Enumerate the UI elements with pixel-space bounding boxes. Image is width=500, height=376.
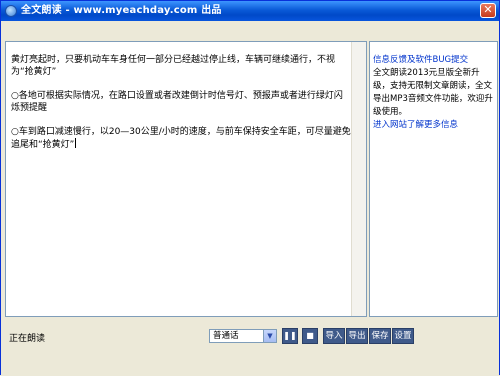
app-icon xyxy=(5,5,17,17)
stop-icon: ■ xyxy=(306,331,314,340)
chevron-down-icon[interactable]: ▼ xyxy=(263,330,276,342)
status-text: 正在朗读 xyxy=(9,334,46,344)
pause-button[interactable]: ❚❚ xyxy=(282,328,298,344)
text-caret xyxy=(75,138,77,148)
title-bar[interactable]: 全文朗读 - www.myeachday.com 出品 ✕ xyxy=(1,1,499,21)
status-bar: 正在朗读 普通话 ▼ ❚❚ ■ 导入 导出 保存 设置 xyxy=(1,323,499,349)
voice-select-value: 普通话 xyxy=(213,331,239,341)
close-icon: ✕ xyxy=(483,3,493,16)
close-button[interactable]: ✕ xyxy=(480,3,496,18)
settings-button[interactable]: 设置 xyxy=(392,328,414,344)
text-editor[interactable]: 黄灯亮起时，只要机动车车身任何一部分已经越过停止线，车辆可继续通行，不视为“抢黄… xyxy=(5,41,367,317)
editor-paragraph: 黄灯亮起时，只要机动车车身任何一部分已经越过停止线，车辆可继续通行，不视为“抢黄… xyxy=(11,55,336,77)
save-button[interactable]: 保存 xyxy=(369,328,391,344)
main-window: 全文朗读 - www.myeachday.com 出品 ✕ 黄灯亮起时，只要机动… xyxy=(0,0,500,376)
info-panel: 信息反馈及软件BUG提交 全文朗读2013元旦版全新升级，支持无限制文章朗读，全… xyxy=(369,41,498,317)
export-button[interactable]: 导出 xyxy=(346,328,368,344)
pause-icon: ❚❚ xyxy=(283,331,297,340)
website-link[interactable]: 进入网站了解更多信息 xyxy=(373,119,493,132)
feedback-link[interactable]: 信息反馈及软件BUG提交 xyxy=(373,54,493,67)
editor-content[interactable]: 黄灯亮起时，只要机动车车身任何一部分已经越过停止线，车辆可继续通行，不视为“抢黄… xyxy=(11,54,351,163)
editor-scrollbar[interactable] xyxy=(351,42,366,316)
import-button[interactable]: 导入 xyxy=(323,328,345,344)
window-bottom xyxy=(1,349,499,376)
window-title: 全文朗读 - www.myeachday.com 出品 xyxy=(21,5,222,16)
voice-select[interactable]: 普通话 ▼ xyxy=(209,329,277,343)
editor-paragraph: ○车到路口减速慢行，以20—30公里/小时的速度，与前车保持安全车距，可尽量避免… xyxy=(11,126,351,151)
editor-paragraph: ○各地可根据实际情况，在路口设置或者改建倒计时信号灯、预报声或者进行绿灯闪烁预提… xyxy=(11,91,343,113)
release-description: 全文朗读2013元旦版全新升级，支持无限制文章朗读，全文导出MP3音频文件功能，… xyxy=(373,68,493,117)
stop-button[interactable]: ■ xyxy=(302,328,318,344)
editor-paragraph-text: ○车到路口减速慢行，以20—30公里/小时的速度，与前车保持安全车距，可尽量避免… xyxy=(11,127,351,150)
